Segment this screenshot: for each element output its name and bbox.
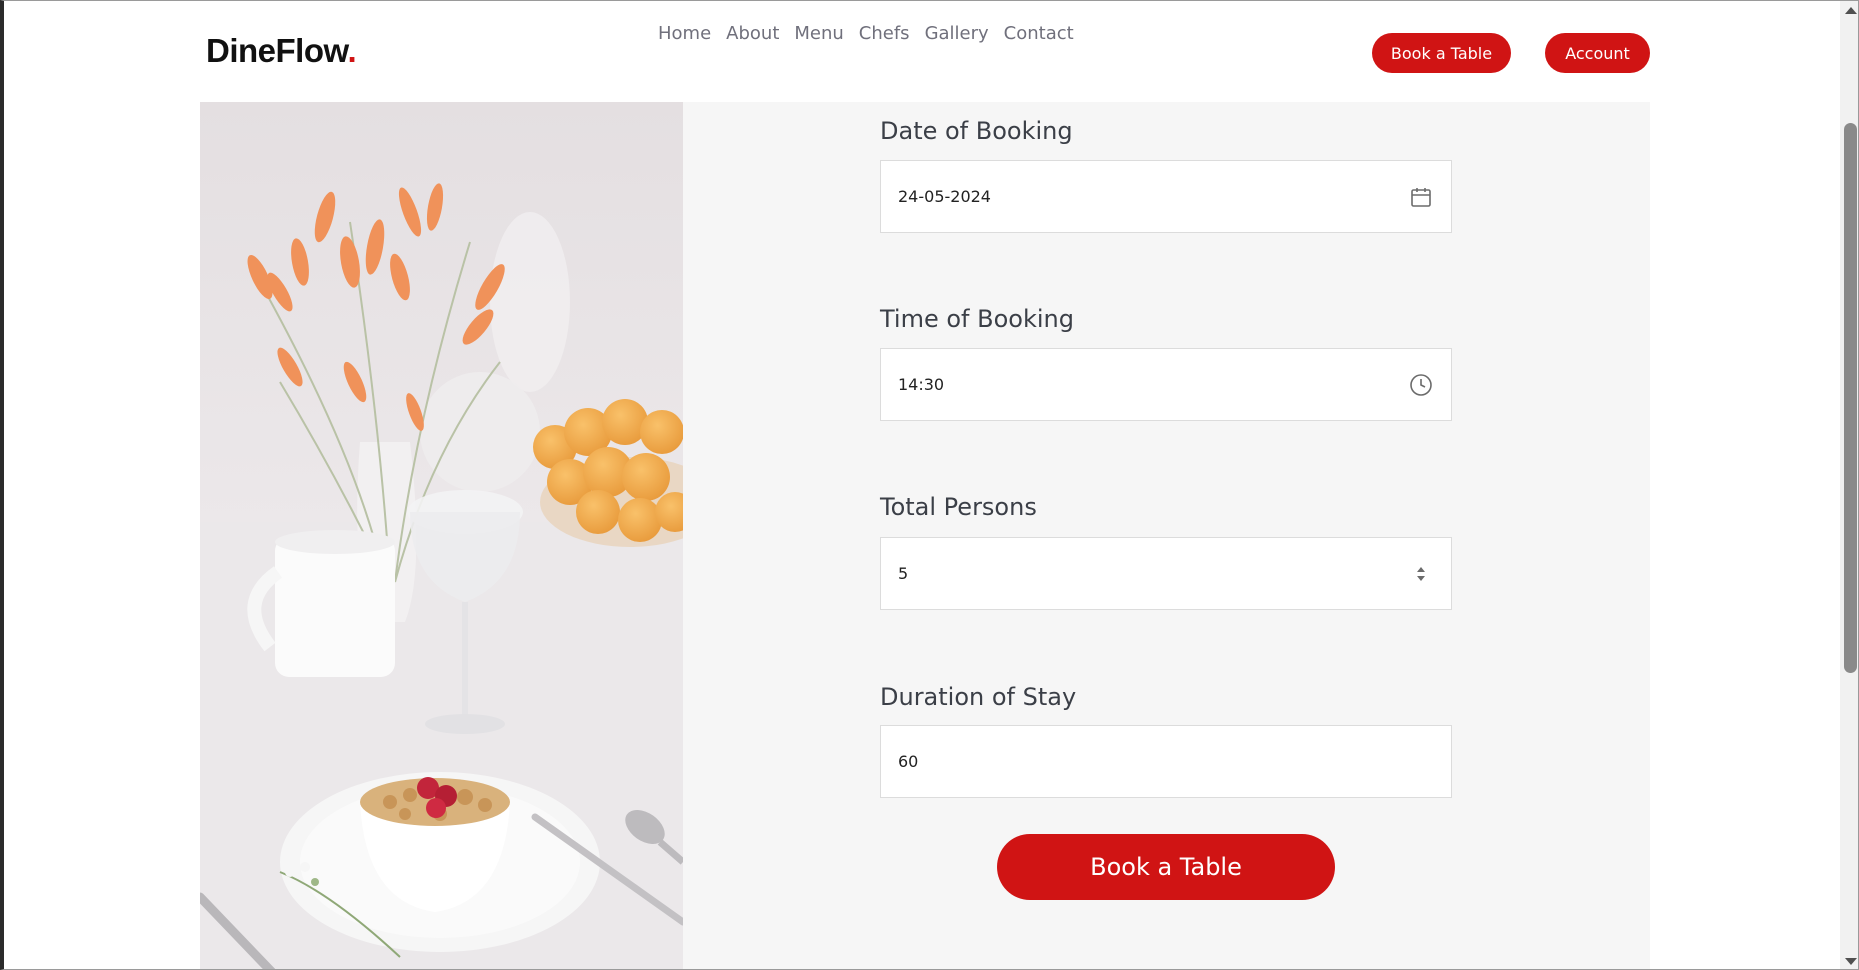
restaurant-table-photo: [200, 102, 683, 969]
brand-name: DineFlow: [206, 32, 348, 69]
time-input[interactable]: 14:30: [880, 348, 1452, 421]
persons-input[interactable]: 5: [880, 537, 1452, 610]
date-value: 24-05-2024: [898, 187, 991, 206]
duration-value: 60: [898, 752, 919, 771]
main-nav: Home About Menu Chefs Gallery Contact: [658, 23, 1074, 44]
nav-chefs[interactable]: Chefs: [859, 23, 910, 44]
clock-icon[interactable]: [1409, 373, 1433, 397]
brand-dot: .: [347, 32, 357, 69]
calendar-icon[interactable]: [1409, 185, 1433, 209]
browser-window: DineFlow. Home About Menu Chefs Gallery …: [0, 0, 1859, 970]
persons-label: Total Persons: [880, 493, 1037, 521]
time-label: Time of Booking: [880, 305, 1074, 333]
duration-label: Duration of Stay: [880, 683, 1077, 711]
scroll-thumb[interactable]: [1844, 123, 1857, 673]
persons-value: 5: [898, 564, 909, 583]
header-book-table-button[interactable]: Book a Table: [1372, 33, 1511, 73]
date-label: Date of Booking: [880, 117, 1073, 145]
page-scrollbar[interactable]: [1840, 1, 1858, 969]
nav-about[interactable]: About: [726, 23, 779, 44]
time-value: 14:30: [898, 375, 945, 394]
account-button[interactable]: Account: [1545, 33, 1650, 73]
scroll-up-icon[interactable]: [1845, 7, 1857, 14]
brand-logo[interactable]: DineFlow.: [206, 32, 357, 70]
spinner-arrows-icon[interactable]: [1409, 562, 1433, 586]
nav-contact[interactable]: Contact: [1004, 23, 1074, 44]
nav-gallery[interactable]: Gallery: [925, 23, 989, 44]
table-setting-illustration: [200, 102, 683, 969]
scroll-down-icon[interactable]: [1845, 958, 1857, 965]
book-table-submit-button[interactable]: Book a Table: [997, 834, 1335, 900]
nav-home[interactable]: Home: [658, 23, 711, 44]
duration-input[interactable]: 60: [880, 725, 1452, 798]
nav-menu[interactable]: Menu: [794, 23, 843, 44]
date-input[interactable]: 24-05-2024: [880, 160, 1452, 233]
